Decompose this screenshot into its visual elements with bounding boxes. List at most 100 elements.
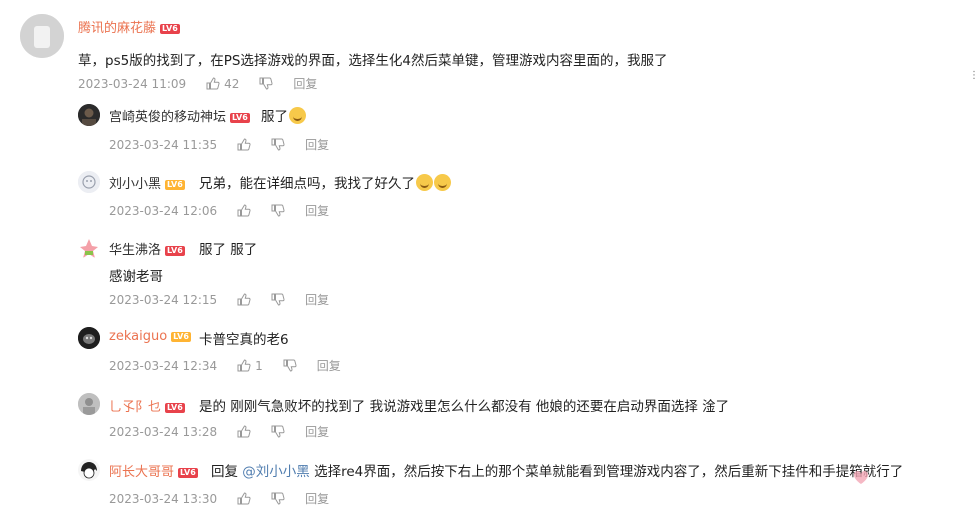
reply-user[interactable]: 刘小小黑 LV6: [109, 173, 185, 192]
username[interactable]: 华生沸洛: [109, 243, 161, 258]
timestamp: 2023-03-24 11:09: [78, 76, 187, 91]
like-count: 42: [224, 76, 240, 91]
reply-user[interactable]: 阿长大哥哥 LV6: [109, 461, 198, 480]
timestamp: 2023-03-24 11:35: [109, 137, 218, 152]
reply-user[interactable]: 宫崎英俊的移动神坛 LV6: [109, 106, 250, 125]
like-button[interactable]: [237, 204, 251, 217]
like-count: 1: [255, 358, 263, 373]
dislike-button[interactable]: [271, 204, 285, 217]
timestamp: 2023-03-24 13:28: [109, 424, 218, 439]
reply-meta: 2023-03-24 13:30 回复: [109, 490, 349, 507]
level-badge: LV6: [165, 179, 185, 190]
reply-button[interactable]: 回复: [305, 136, 329, 153]
laugh-cry-emoji-icon: [416, 174, 433, 191]
reply-button[interactable]: 回复: [305, 423, 329, 440]
username[interactable]: 刘小小黑: [109, 177, 161, 192]
thumbs-down-icon: [271, 425, 285, 438]
like-button[interactable]: 1: [237, 359, 263, 373]
level-badge: LV6: [230, 112, 250, 123]
reply-text-content: 选择re4界面，然后按下右上的那个菜单就能看到管理游戏内容了，然后重新下挂件和手…: [314, 464, 904, 480]
dislike-button[interactable]: [283, 359, 297, 372]
like-button[interactable]: [237, 293, 251, 306]
reply-button[interactable]: 回复: [305, 490, 329, 507]
reply-text-line2: 感谢老哥: [109, 269, 163, 285]
dislike-button[interactable]: [271, 293, 285, 306]
thumbs-down-icon: [271, 138, 285, 151]
dislike-button[interactable]: [259, 77, 273, 90]
thumbs-down-icon: [271, 204, 285, 217]
avatar[interactable]: [20, 14, 64, 58]
level-badge: LV6: [160, 23, 180, 34]
thumbs-down-icon: [271, 293, 285, 306]
reply-user[interactable]: 乚孓阝乜 LV6: [109, 396, 185, 415]
more-icon[interactable]: ⋮: [969, 71, 976, 81]
reply-user[interactable]: zekaiguo LV6: [109, 329, 191, 344]
username[interactable]: 乚孓阝乜: [109, 400, 161, 415]
level-badge: LV6: [165, 245, 185, 256]
avatar[interactable]: [78, 104, 100, 126]
like-button[interactable]: [237, 138, 251, 151]
reply-user[interactable]: 华生沸洛 LV6: [109, 239, 185, 258]
reply-meta: 2023-03-24 12:34 1 回复: [109, 357, 361, 374]
user-avatar-icon: [78, 327, 100, 349]
username[interactable]: 宫崎英俊的移动神坛: [109, 110, 226, 125]
thumbs-up-icon: [206, 77, 220, 90]
timestamp: 2023-03-24 12:34: [109, 358, 218, 373]
like-button[interactable]: [237, 492, 251, 505]
reply-text-content: 服了: [261, 109, 288, 125]
dislike-button[interactable]: [271, 425, 285, 438]
timestamp: 2023-03-24 12:06: [109, 203, 218, 218]
username[interactable]: zekaiguo: [109, 329, 167, 344]
reply-text: 回复 @刘小小黑 选择re4界面，然后按下右上的那个菜单就能看到管理游戏内容了，…: [211, 460, 903, 480]
dislike-button[interactable]: [271, 492, 285, 505]
watermark-icon: [852, 468, 870, 490]
thumbs-up-icon: [237, 204, 251, 217]
reply-text-content: 兄弟，能在详细点吗，我找了好久了: [199, 176, 415, 192]
anime-avatar-icon: [78, 459, 100, 481]
like-button[interactable]: [237, 425, 251, 438]
thumbs-up-icon: [237, 293, 251, 306]
patrick-star-avatar-icon: [78, 237, 100, 259]
like-button[interactable]: 42: [206, 77, 239, 91]
reply-meta: 2023-03-24 12:06 回复: [109, 202, 349, 219]
avatar[interactable]: [78, 327, 100, 349]
username[interactable]: 腾讯的麻花藤: [78, 21, 156, 36]
user-avatar-icon: [78, 104, 100, 126]
reply-button[interactable]: 回复: [317, 357, 341, 374]
reply-meta: 2023-03-24 13:28 回复: [109, 423, 349, 440]
thumbs-up-icon: [237, 425, 251, 438]
thumbs-up-icon: [237, 359, 251, 372]
level-badge: LV6: [171, 331, 191, 342]
thumbs-down-icon: [259, 77, 273, 90]
avatar[interactable]: [78, 459, 100, 481]
username[interactable]: 阿长大哥哥: [109, 465, 174, 480]
thumbs-up-icon: [237, 138, 251, 151]
timestamp: 2023-03-24 12:15: [109, 292, 218, 307]
avatar[interactable]: [78, 171, 100, 193]
mention-link[interactable]: @刘小小黑: [242, 464, 310, 480]
reply-text: 卡普空真的老6: [199, 332, 289, 348]
main-comment-meta: 2023-03-24 11:09 42 回复: [78, 75, 337, 92]
main-comment-text: 草，ps5版的找到了，在PS选择游戏的界面，选择生化4然后菜单键，管理游戏内容里…: [78, 53, 668, 69]
reply-text: 兄弟，能在详细点吗，我找了好久了: [199, 172, 451, 192]
dislike-button[interactable]: [271, 138, 285, 151]
laugh-cry-emoji-icon: [434, 174, 451, 191]
reply-button[interactable]: 回复: [305, 202, 329, 219]
user-avatar-icon: [78, 393, 100, 415]
reply-text: 服了: [261, 105, 306, 125]
thumbs-up-icon: [237, 492, 251, 505]
reply-text: 是的 刚刚气急败坏的找到了 我说游戏里怎么什么都没有 他娘的还要在启动界面选择 …: [199, 399, 730, 415]
reply-meta: 2023-03-24 11:35 回复: [109, 136, 349, 153]
avatar[interactable]: [78, 237, 100, 259]
thumbs-down-icon: [271, 492, 285, 505]
thumbs-down-icon: [283, 359, 297, 372]
reply-text: 服了 服了: [199, 242, 258, 258]
reply-prefix: 回复: [211, 464, 238, 480]
reply-button[interactable]: 回复: [305, 291, 329, 308]
avatar[interactable]: [78, 393, 100, 415]
reply-meta: 2023-03-24 12:15 回复: [109, 291, 349, 308]
level-badge: LV6: [165, 402, 185, 413]
main-comment-user[interactable]: 腾讯的麻花藤 LV6: [78, 17, 180, 36]
laugh-cry-emoji-icon: [289, 107, 306, 124]
reply-button[interactable]: 回复: [293, 75, 317, 92]
